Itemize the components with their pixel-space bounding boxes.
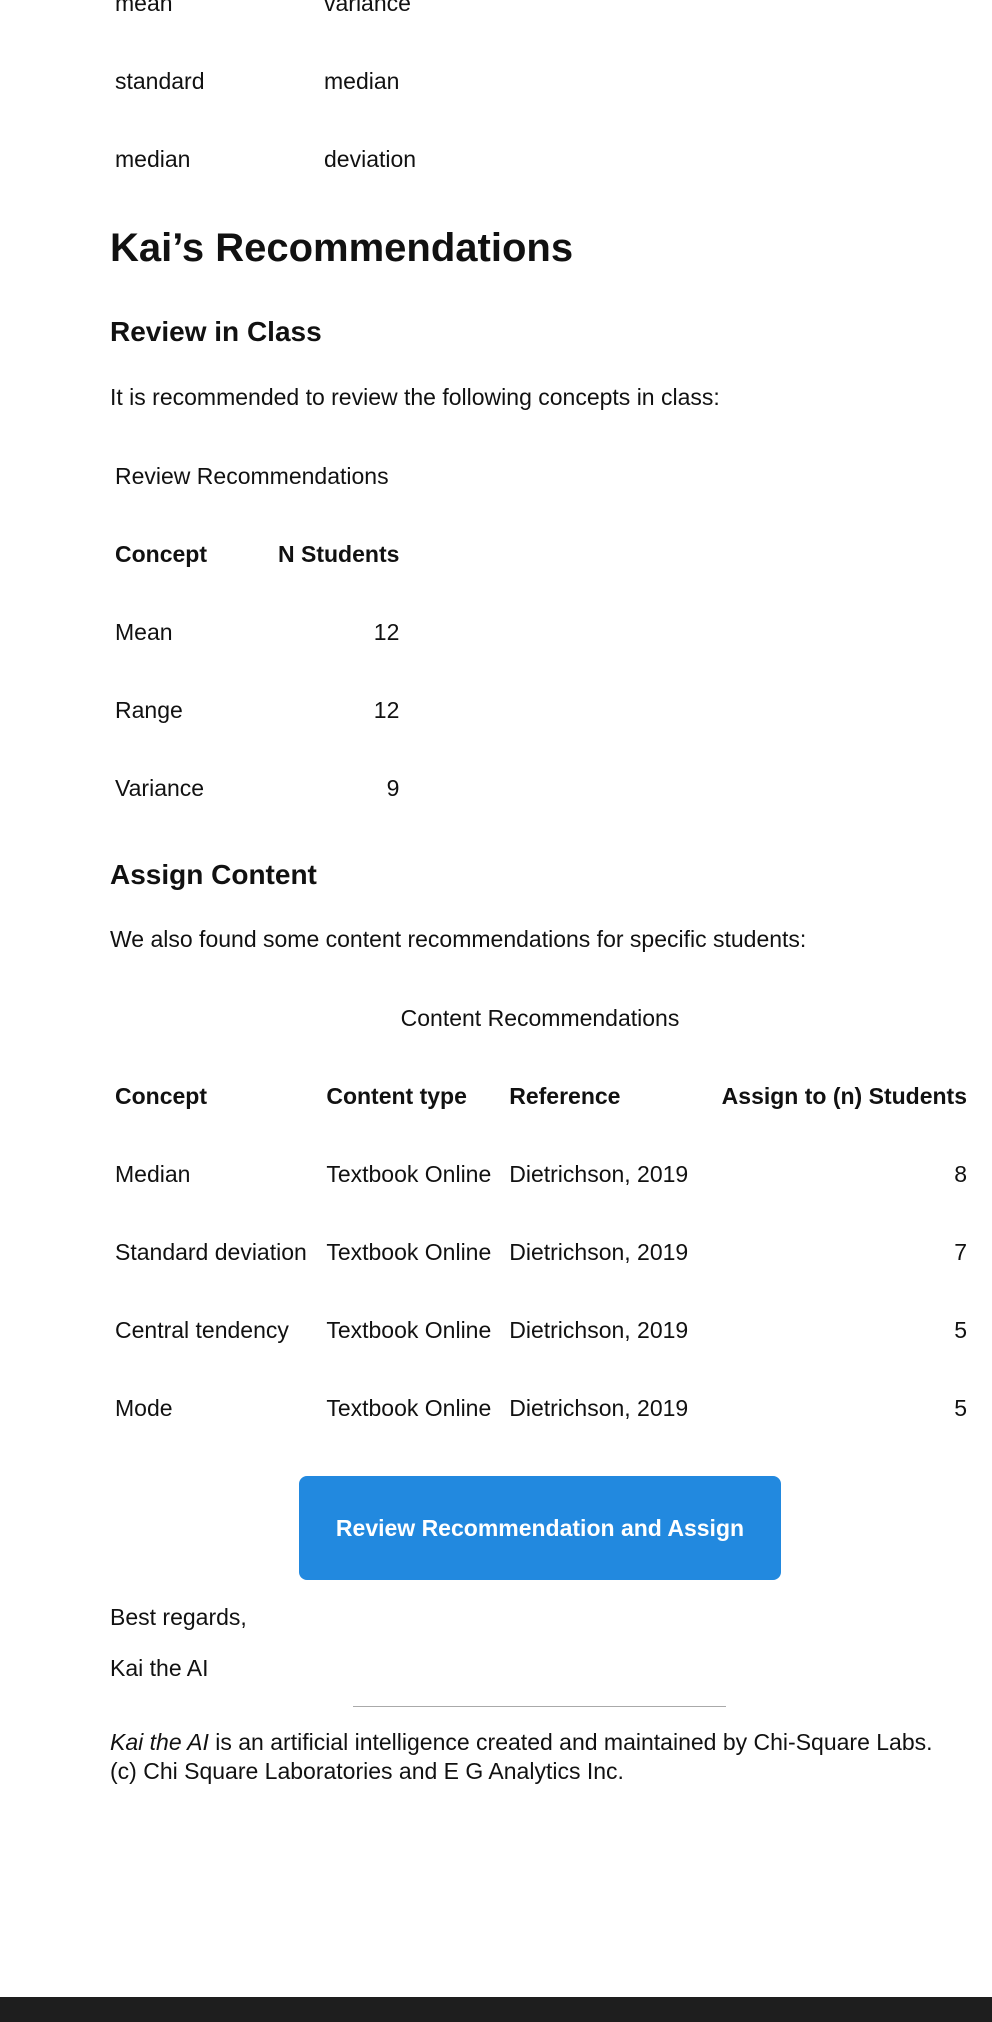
assign-intro: We also found some content recommendatio… <box>110 926 807 952</box>
reference-cell: Dietrichson, 2019 <box>509 1160 689 1187</box>
table-header-row: Concept Content type Reference Assign to… <box>110 1057 970 1135</box>
table-row: standard median <box>110 42 422 120</box>
reference-cell: Dietrichson, 2019 <box>509 1238 689 1265</box>
closing-regards: Best regards, <box>110 1604 247 1630</box>
count-cell: 12 <box>373 696 400 723</box>
count-cell: 12 <box>373 618 400 645</box>
assign-heading: Assign Content <box>110 859 317 890</box>
reference-cell: Dietrichson, 2019 <box>509 1394 689 1421</box>
student-count-cell: 7 <box>954 1238 967 1265</box>
table-cell: median <box>324 67 400 94</box>
bottom-bar <box>0 1997 992 2022</box>
footer-ai-name: Kai the AI <box>110 1729 209 1755</box>
student-count-cell: 5 <box>954 1316 967 1343</box>
table-row: Standard deviation Textbook Online Dietr… <box>110 1213 970 1291</box>
review-recommendations-table: Review Recommendations Concept N Student… <box>110 437 405 827</box>
column-header-concept: Concept <box>115 540 207 567</box>
content-type-cell: Textbook Online <box>326 1238 492 1265</box>
table-row: mean variance <box>110 0 422 42</box>
table-cell: deviation <box>324 145 417 172</box>
footer-divider <box>353 1706 726 1707</box>
column-header-n-students: N Students <box>278 540 400 567</box>
content-table-caption: Content Recommendations <box>400 1005 680 1031</box>
footer-text: Kai the AI is an artificial intelligence… <box>110 1728 940 1786</box>
content-type-cell: Textbook Online <box>326 1160 492 1187</box>
reference-cell: Dietrichson, 2019 <box>509 1316 689 1343</box>
review-table-caption: Review Recommendations <box>115 463 389 489</box>
column-header-reference: Reference <box>509 1082 621 1109</box>
concept-cell: Mode <box>115 1394 173 1421</box>
table-header-row: Concept N Students <box>110 515 405 593</box>
student-count-cell: 8 <box>954 1160 967 1187</box>
table-cell: variance <box>324 0 411 16</box>
table-row: Central tendency Textbook Online Dietric… <box>110 1291 970 1369</box>
concept-cell: Variance <box>115 774 205 801</box>
column-header-content-type: Content type <box>326 1082 467 1109</box>
previous-table: mean variance standard median median dev… <box>110 0 422 198</box>
content-recommendations-table: Content Recommendations Concept Content … <box>110 979 970 1447</box>
concept-cell: Central tendency <box>115 1316 289 1343</box>
content-type-cell: Textbook Online <box>326 1316 492 1343</box>
table-cell: median <box>115 145 191 172</box>
review-intro: It is recommended to review the followin… <box>110 384 720 410</box>
count-cell: 9 <box>386 774 400 801</box>
table-row: Range 12 <box>110 671 405 749</box>
table-row: median deviation <box>110 120 422 198</box>
table-row: Mean 12 <box>110 593 405 671</box>
table-row: Mode Textbook Online Dietrichson, 2019 5 <box>110 1369 970 1447</box>
table-row: Median Textbook Online Dietrichson, 2019… <box>110 1135 970 1213</box>
table-cell: standard <box>115 67 205 94</box>
table-row: Variance 9 <box>110 749 405 827</box>
concept-cell: Median <box>115 1160 191 1187</box>
concept-cell: Standard deviation <box>115 1238 307 1265</box>
table-cell: mean <box>115 0 173 16</box>
student-count-cell: 5 <box>954 1394 967 1421</box>
concept-cell: Range <box>115 696 183 723</box>
page-title: Kai’s Recommendations <box>110 226 574 270</box>
column-header-concept: Concept <box>115 1082 207 1109</box>
content-type-cell: Textbook Online <box>326 1394 492 1421</box>
concept-cell: Mean <box>115 618 173 645</box>
column-header-assign-to: Assign to (n) Students <box>721 1082 967 1109</box>
closing-signature: Kai the AI <box>110 1655 209 1681</box>
review-and-assign-button[interactable]: Review Recommendation and Assign <box>299 1476 781 1580</box>
review-heading: Review in Class <box>110 316 322 347</box>
footer-copyright: is an artificial intelligence created an… <box>110 1729 933 1784</box>
email-body: mean variance standard median median dev… <box>110 0 970 1784</box>
